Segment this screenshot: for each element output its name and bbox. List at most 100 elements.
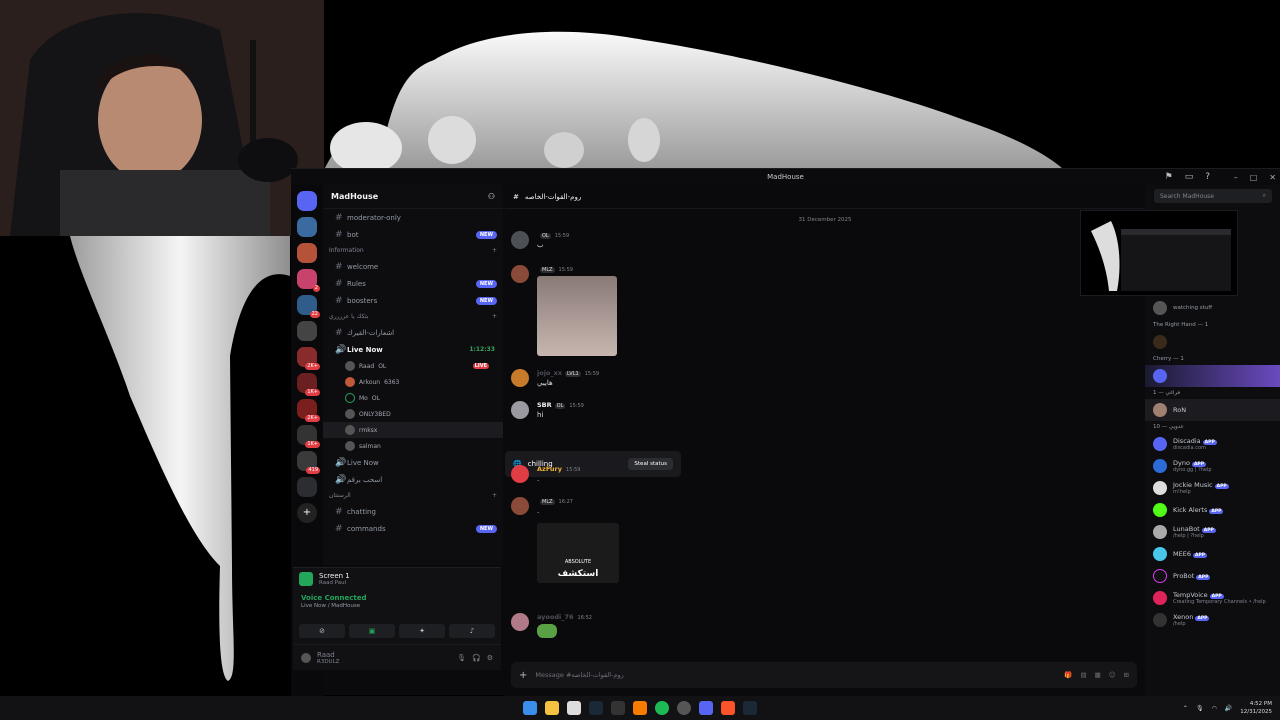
- add-channel-icon[interactable]: +: [492, 313, 497, 320]
- message[interactable]: OL 15:59 ب: [511, 231, 569, 249]
- close-button[interactable]: ✕: [1269, 173, 1276, 182]
- server-icon[interactable]: 22: [297, 295, 320, 318]
- camera-button[interactable]: ⊘: [299, 624, 345, 638]
- activities-button[interactable]: ✦: [399, 624, 445, 638]
- server-icon[interactable]: [297, 321, 317, 341]
- screen-icon[interactable]: ▭: [1185, 172, 1194, 182]
- wifi-icon[interactable]: ◠: [1212, 705, 1217, 712]
- home-icon[interactable]: [297, 191, 317, 211]
- microphone-icon[interactable]: 🎙: [1196, 705, 1204, 712]
- channel-commands[interactable]: # commands NEW: [323, 520, 503, 537]
- channel-bot[interactable]: # bot NEW: [323, 226, 503, 243]
- steam-icon[interactable]: [743, 701, 757, 715]
- volume-icon[interactable]: 🔊: [1225, 705, 1232, 712]
- app-icon[interactable]: [677, 701, 691, 715]
- bot-row[interactable]: MEE6 APP: [1145, 543, 1280, 565]
- avatar[interactable]: [301, 652, 311, 663]
- avatar[interactable]: [511, 401, 529, 419]
- bot-row[interactable]: LunaBot APP/help | ?help: [1145, 521, 1280, 543]
- server-icon[interactable]: [297, 217, 317, 237]
- stream-preview[interactable]: [1080, 210, 1238, 296]
- emoji-icon[interactable]: ☺: [1109, 671, 1116, 679]
- chevron-up-icon[interactable]: ⌃: [1183, 705, 1188, 712]
- start-icon[interactable]: [523, 701, 537, 715]
- avatar[interactable]: [511, 497, 529, 515]
- category-information[interactable]: Information +: [323, 243, 503, 258]
- member-row[interactable]: [1145, 365, 1280, 387]
- app-icon[interactable]: [633, 701, 647, 715]
- avatar[interactable]: [511, 369, 529, 387]
- message[interactable]: jojo_xx LVL1 15:59 هاييي: [511, 369, 599, 387]
- voice-channel-live-now-2[interactable]: 🔊 Live Now: [323, 454, 503, 471]
- message[interactable]: MLZ 15:59: [511, 265, 617, 356]
- avatar[interactable]: [511, 465, 529, 483]
- invite-icon[interactable]: ⚇: [488, 192, 495, 201]
- maximize-button[interactable]: □: [1250, 173, 1258, 182]
- server-icon[interactable]: 1K+: [297, 373, 320, 396]
- discord-icon[interactable]: [699, 701, 713, 715]
- member-row[interactable]: watching stuff: [1145, 297, 1280, 319]
- voice-user[interactable]: Mo OL: [323, 390, 503, 406]
- bot-row[interactable]: Xenon APP/help: [1145, 609, 1280, 631]
- bot-row[interactable]: Kick Alerts APP: [1145, 499, 1280, 521]
- message[interactable]: ayoodi_76 16:52: [511, 613, 592, 638]
- voice-channel[interactable]: 🔊 اسحب برقم: [323, 471, 503, 488]
- channel-boosters[interactable]: # boosters NEW: [323, 292, 503, 309]
- server-icon[interactable]: 2K+: [297, 399, 320, 422]
- avatar[interactable]: [511, 265, 529, 283]
- file-explorer-icon[interactable]: [545, 701, 559, 715]
- voice-user[interactable]: salman: [323, 438, 503, 454]
- spotify-icon[interactable]: [655, 701, 669, 715]
- bot-row[interactable]: Jockie Music APP m!help: [1145, 477, 1280, 499]
- app-icon[interactable]: [611, 701, 625, 715]
- message-composer[interactable]: + Message #روم-القوات-الخاصه 🎁 ▤ ▦ ☺ ⊞: [511, 662, 1137, 688]
- message[interactable]: MLZ 16:27 . ABSOLUTE استكشف: [511, 497, 619, 583]
- apps-icon[interactable]: ⊞: [1124, 671, 1129, 679]
- add-server-icon[interactable]: +: [297, 503, 317, 523]
- voice-user[interactable]: Raad OL LIVE: [323, 358, 503, 374]
- gif-icon[interactable]: ▤: [1080, 671, 1086, 679]
- bot-row[interactable]: Discadia APP discadia.com: [1145, 433, 1280, 455]
- message[interactable]: AzFury 15:59 .: [511, 465, 580, 483]
- add-channel-icon[interactable]: +: [492, 247, 497, 254]
- server-icon[interactable]: 2K+: [297, 347, 320, 370]
- help-icon[interactable]: ?: [1205, 172, 1210, 182]
- server-icon[interactable]: 1K+: [297, 425, 320, 448]
- bot-row[interactable]: Dyno APP dyno.gg | ?help: [1145, 455, 1280, 477]
- member-row[interactable]: [1145, 331, 1280, 353]
- clock[interactable]: 4:52 PM 12/31/2025: [1240, 700, 1272, 716]
- bot-row[interactable]: TempVoice APP Creating Temporary Channels …: [1145, 587, 1280, 609]
- channel-welcome[interactable]: # welcome: [323, 258, 503, 275]
- category-3[interactable]: الرستتان +: [323, 488, 503, 503]
- add-channel-icon[interactable]: +: [492, 492, 497, 499]
- channel-chatting[interactable]: # chatting: [323, 503, 503, 520]
- soundboard-button[interactable]: ♪: [449, 624, 495, 638]
- server-icon[interactable]: 2: [297, 269, 320, 292]
- message[interactable]: SBR OL 15:59 hi: [511, 401, 584, 419]
- share-screen-button[interactable]: ▣: [349, 624, 395, 638]
- server-header[interactable]: MadHouse ⚇: [323, 185, 503, 209]
- voice-connection[interactable]: Voice Connected Live Now / MadHouse: [293, 590, 501, 624]
- headset-icon[interactable]: 🎧: [472, 654, 481, 662]
- voice-user[interactable]: rmksx: [323, 422, 503, 438]
- steal-status-button[interactable]: Steal status: [628, 458, 673, 470]
- screen-share-row[interactable]: Screen 1 Raad Paul: [293, 568, 501, 590]
- inbox-icon[interactable]: ⚑: [1165, 172, 1173, 182]
- channel-moderator-only[interactable]: # moderator-only: [323, 209, 503, 226]
- notepad-icon[interactable]: [567, 701, 581, 715]
- minimize-button[interactable]: –: [1234, 173, 1238, 182]
- avatar[interactable]: [511, 231, 529, 249]
- server-icon[interactable]: 419: [297, 451, 320, 474]
- image-attachment[interactable]: [537, 276, 617, 356]
- server-icon[interactable]: [297, 243, 317, 263]
- voice-channel-live-now[interactable]: 🔊 Live Now 1:12:33: [323, 341, 503, 358]
- voice-user[interactable]: ONLY3BED: [323, 406, 503, 422]
- category-voice[interactable]: بثكك يا عرررري +: [323, 309, 503, 324]
- member-row[interactable]: RoN: [1145, 399, 1280, 421]
- brave-icon[interactable]: [721, 701, 735, 715]
- steam-icon[interactable]: [589, 701, 603, 715]
- gift-icon[interactable]: 🎁: [1064, 671, 1072, 679]
- gif-attachment[interactable]: ABSOLUTE استكشف: [537, 523, 619, 583]
- settings-icon[interactable]: ⚙: [487, 654, 493, 662]
- add-attachment-icon[interactable]: +: [519, 670, 527, 681]
